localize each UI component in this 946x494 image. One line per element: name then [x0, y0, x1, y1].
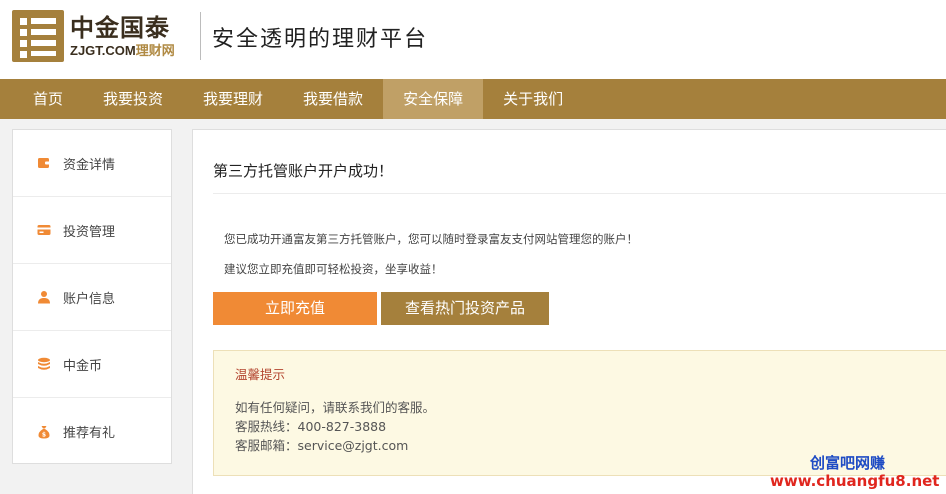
nav-item-finance[interactable]: 我要理财	[183, 79, 283, 119]
nav-item-home[interactable]: 首页	[13, 79, 83, 119]
svg-text:$: $	[42, 431, 46, 438]
site-header: 中金国泰 ZJGT.COM理财网 安全透明的理财平台	[0, 0, 946, 79]
title-divider	[213, 193, 946, 194]
card-icon	[37, 223, 51, 237]
account-sidebar: 资金详情 投资管理 账户信息 中金币 $ 推荐有礼	[12, 129, 172, 464]
sidebar-item-label: 推荐有礼	[63, 426, 116, 441]
tips-line-email: 客服邮箱：service@zjgt.com	[235, 438, 409, 453]
sidebar-item-funds[interactable]: 资金详情	[13, 130, 171, 197]
page-title: 第三方托管账户开户成功！	[213, 162, 394, 180]
logo-icon[interactable]	[12, 10, 64, 62]
nav-item-borrow[interactable]: 我要借款	[283, 79, 383, 119]
wallet-icon	[37, 156, 51, 170]
sidebar-item-investments[interactable]: 投资管理	[13, 197, 171, 264]
main-nav: 首页 我要投资 我要理财 我要借款 安全保障 关于我们	[0, 79, 946, 119]
result-panel: 第三方托管账户开户成功！ 您已成功开通富友第三方托管账户，您可以随时登录富友支付…	[192, 129, 946, 494]
nav-item-about[interactable]: 关于我们	[483, 79, 583, 119]
sidebar-item-label: 账户信息	[63, 291, 116, 307]
sidebar-item-referral[interactable]: $ 推荐有礼	[13, 398, 171, 465]
tips-title: 温馨提示	[235, 367, 286, 382]
sidebar-item-account[interactable]: 账户信息	[13, 264, 171, 331]
sidebar-item-coins[interactable]: 中金币	[13, 331, 171, 398]
logo-text[interactable]: 中金国泰	[70, 8, 170, 43]
money-bag-icon: $	[37, 425, 51, 439]
header-divider	[200, 12, 201, 60]
recharge-button[interactable]: 立即充值	[213, 292, 377, 325]
logo-domain-accent: 理财网	[135, 43, 175, 58]
view-products-button[interactable]: 查看热门投资产品	[381, 292, 549, 325]
nav-item-invest[interactable]: 我要投资	[83, 79, 183, 119]
suggestion-message: 建议您立即充值即可轻松投资，坐享收益！	[224, 262, 443, 276]
tips-line-contact: 如有任何疑问，请联系我们的客服。	[235, 400, 436, 415]
success-message: 您已成功开通富友第三方托管账户，您可以随时登录富友支付网站管理您的账户！	[224, 232, 638, 246]
watermark-title: 创富吧网赚	[810, 454, 886, 472]
nav-item-security[interactable]: 安全保障	[383, 79, 484, 119]
watermark-url: www.chuangfu8.net	[770, 472, 940, 490]
logo-domain: ZJGT.COM	[70, 43, 136, 58]
coin-stack-icon	[37, 357, 51, 371]
logo-subtext: ZJGT.COM理财网	[70, 40, 175, 59]
slogan: 安全透明的理财平台	[212, 27, 429, 52]
sidebar-item-label: 投资管理	[63, 224, 116, 240]
sidebar-item-label: 资金详情	[63, 157, 116, 173]
user-icon	[37, 290, 51, 304]
sidebar-item-label: 中金币	[63, 358, 103, 374]
tips-line-hotline: 客服热线：400-827-3888	[235, 419, 387, 434]
